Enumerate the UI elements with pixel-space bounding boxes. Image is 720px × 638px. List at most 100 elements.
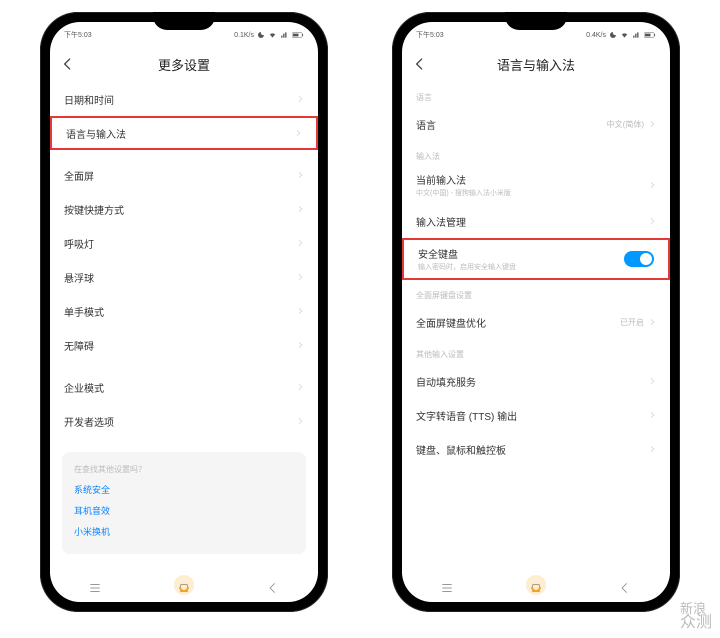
suggestion-link-headphone[interactable]: 耳机音效 bbox=[74, 504, 294, 517]
phone-mockup-right: 下午5:03 0.4K/s 语言与输入法 语言 语言 中文(简体) bbox=[392, 12, 680, 612]
row-onehand[interactable]: 单手模式 bbox=[50, 294, 318, 328]
status-net: 0.1K/s bbox=[234, 32, 254, 39]
row-label: 全面屏键盘优化 bbox=[416, 315, 486, 330]
section-header-other: 其他输入设置 bbox=[402, 339, 670, 364]
chevron-right-icon bbox=[296, 273, 304, 281]
suggestion-title: 在查找其他设置吗？ bbox=[74, 464, 294, 475]
row-label: 自动填充服务 bbox=[416, 374, 476, 389]
row-label: 安全键盘 bbox=[418, 246, 516, 261]
row-autofill[interactable]: 自动填充服务 bbox=[402, 364, 670, 398]
suggestion-card: 在查找其他设置吗？ 系统安全 耳机音效 小米换机 bbox=[62, 452, 306, 554]
row-fullkb-opt[interactable]: 全面屏键盘优化 已开启 bbox=[402, 305, 670, 339]
chevron-right-icon bbox=[296, 341, 304, 349]
settings-list[interactable]: 日期和时间 语言与输入法 全面屏 按键快捷方式 呼吸灯 悬浮球 bbox=[50, 82, 318, 574]
chevron-right-icon bbox=[294, 129, 302, 137]
assistant-indicator bbox=[172, 573, 196, 597]
row-label: 全面屏 bbox=[64, 168, 94, 183]
status-net: 0.4K/s bbox=[586, 32, 606, 39]
row-label: 输入法管理 bbox=[416, 214, 466, 229]
row-shortcut[interactable]: 按键快捷方式 bbox=[50, 192, 318, 226]
battery-icon bbox=[644, 31, 656, 39]
status-icons: 0.1K/s bbox=[234, 31, 304, 39]
chevron-right-icon bbox=[648, 120, 656, 128]
dnd-icon bbox=[257, 31, 265, 39]
row-label: 文字转语音 (TTS) 输出 bbox=[416, 408, 517, 423]
row-enterprise[interactable]: 企业模式 bbox=[50, 370, 318, 404]
chevron-right-icon bbox=[296, 417, 304, 425]
phone-mockup-left: 下午5:03 0.1K/s 更多设置 日期和时间 语言与输入法 bbox=[40, 12, 328, 612]
wifi-icon bbox=[268, 31, 277, 39]
chevron-right-icon bbox=[296, 239, 304, 247]
suggestion-link-migrate[interactable]: 小米换机 bbox=[74, 525, 294, 538]
assistant-indicator bbox=[524, 573, 548, 597]
chevron-right-icon bbox=[296, 205, 304, 213]
row-sub: 中文(中国) - 搜狗输入法小米版 bbox=[416, 188, 511, 198]
row-current-ime[interactable]: 当前输入法 中文(中国) - 搜狗输入法小米版 bbox=[402, 166, 670, 204]
row-fullscreen[interactable]: 全面屏 bbox=[50, 158, 318, 192]
screen-left: 下午5:03 0.1K/s 更多设置 日期和时间 语言与输入法 bbox=[50, 22, 318, 602]
nav-back-button[interactable] bbox=[266, 581, 280, 595]
chevron-right-icon bbox=[648, 217, 656, 225]
row-sub: 输入密码时，启用安全输入键盘 bbox=[418, 262, 516, 272]
row-label: 呼吸灯 bbox=[64, 236, 94, 251]
row-label: 语言与输入法 bbox=[66, 126, 126, 141]
row-value: 已开启 bbox=[620, 317, 644, 328]
row-accessibility[interactable]: 无障碍 bbox=[50, 328, 318, 362]
row-date-time[interactable]: 日期和时间 bbox=[50, 82, 318, 116]
row-label: 当前输入法 bbox=[416, 172, 511, 187]
notch bbox=[505, 12, 567, 30]
notch bbox=[153, 12, 215, 30]
chevron-right-icon bbox=[648, 411, 656, 419]
nav-back-button[interactable] bbox=[618, 581, 632, 595]
row-keyboard-mouse[interactable]: 键盘、鼠标和触控板 bbox=[402, 432, 670, 466]
wifi-icon bbox=[620, 31, 629, 39]
settings-list[interactable]: 语言 语言 中文(简体) 输入法 当前输入法 中文(中国) - 搜狗输入法小米版… bbox=[402, 82, 670, 574]
chevron-right-icon bbox=[296, 307, 304, 315]
header: 更多设置 bbox=[50, 46, 318, 82]
signal-icon bbox=[280, 31, 289, 39]
row-led[interactable]: 呼吸灯 bbox=[50, 226, 318, 260]
chevron-right-icon bbox=[648, 377, 656, 385]
row-ime-manage[interactable]: 输入法管理 bbox=[402, 204, 670, 238]
back-button[interactable] bbox=[412, 56, 428, 72]
row-label: 按键快捷方式 bbox=[64, 202, 124, 217]
suggestion-link-security[interactable]: 系统安全 bbox=[74, 483, 294, 496]
chevron-right-icon bbox=[296, 171, 304, 179]
status-time: 下午5:03 bbox=[416, 30, 444, 40]
section-gap bbox=[50, 150, 318, 158]
row-value: 中文(简体) bbox=[607, 119, 644, 130]
row-label: 无障碍 bbox=[64, 338, 94, 353]
row-dev[interactable]: 开发者选项 bbox=[50, 404, 318, 438]
dnd-icon bbox=[609, 31, 617, 39]
battery-icon bbox=[292, 31, 304, 39]
nav-menu-button[interactable] bbox=[88, 581, 102, 595]
status-time: 下午5:03 bbox=[64, 30, 92, 40]
section-header-ime: 输入法 bbox=[402, 141, 670, 166]
toggle-secure-keyboard[interactable] bbox=[624, 251, 654, 267]
row-label: 键盘、鼠标和触控板 bbox=[416, 442, 506, 457]
row-label: 开发者选项 bbox=[64, 414, 114, 429]
row-label: 语言 bbox=[416, 117, 436, 132]
row-tts[interactable]: 文字转语音 (TTS) 输出 bbox=[402, 398, 670, 432]
nav-menu-button[interactable] bbox=[440, 581, 454, 595]
chevron-right-icon bbox=[648, 181, 656, 189]
page-title: 语言与输入法 bbox=[497, 55, 575, 74]
row-label: 日期和时间 bbox=[64, 92, 114, 107]
row-label: 企业模式 bbox=[64, 380, 104, 395]
watermark: 新浪 众测 bbox=[680, 602, 712, 632]
chevron-right-icon bbox=[296, 95, 304, 103]
screen-right: 下午5:03 0.4K/s 语言与输入法 语言 语言 中文(简体) bbox=[402, 22, 670, 602]
signal-icon bbox=[632, 31, 641, 39]
status-icons: 0.4K/s bbox=[586, 31, 656, 39]
row-language[interactable]: 语言 中文(简体) bbox=[402, 107, 670, 141]
back-button[interactable] bbox=[60, 56, 76, 72]
watermark-line2: 众测 bbox=[680, 615, 712, 632]
row-language-input[interactable]: 语言与输入法 bbox=[50, 116, 318, 150]
row-floatball[interactable]: 悬浮球 bbox=[50, 260, 318, 294]
chevron-right-icon bbox=[296, 383, 304, 391]
header: 语言与输入法 bbox=[402, 46, 670, 82]
chevron-right-icon bbox=[648, 318, 656, 326]
chevron-right-icon bbox=[648, 445, 656, 453]
section-header-fullkb: 全面屏键盘设置 bbox=[402, 280, 670, 305]
row-secure-keyboard[interactable]: 安全键盘 输入密码时，启用安全输入键盘 bbox=[402, 238, 670, 280]
